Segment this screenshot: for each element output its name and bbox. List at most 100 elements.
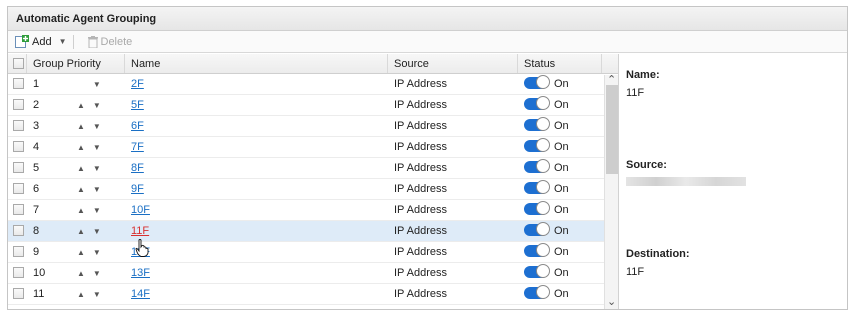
status-cell: On — [518, 263, 602, 283]
header-source[interactable]: Source — [388, 54, 518, 73]
table-row[interactable]: 1▲▼ 2F IP Address On — [8, 74, 618, 95]
hand-cursor-icon — [135, 239, 149, 257]
group-name-link[interactable]: 10F — [131, 204, 150, 216]
row-checkbox[interactable] — [13, 98, 24, 110]
row-checkbox[interactable] — [13, 203, 24, 215]
table-row[interactable]: 3 ▲ ▼ 6F IP Address On — [8, 116, 618, 137]
name-cell: 14F — [125, 284, 388, 304]
move-down-icon[interactable]: ▼ — [93, 74, 101, 95]
row-checkbox[interactable] — [13, 266, 24, 278]
table-row[interactable]: 8 ▲ ▼ 11F IP Address On — [8, 221, 618, 242]
status-toggle[interactable] — [524, 285, 550, 300]
table-row[interactable]: 9 ▲ ▼ 12F IP Address On — [8, 242, 618, 263]
chevron-down-icon[interactable]: ▼ — [59, 37, 67, 46]
move-down-icon[interactable]: ▼ — [93, 137, 101, 158]
status-cell: On — [518, 137, 602, 157]
move-up-icon[interactable]: ▲ — [77, 158, 85, 179]
status-cell: On — [518, 242, 602, 262]
row-checkbox[interactable] — [13, 224, 24, 236]
group-name-link[interactable]: 14F — [131, 288, 150, 300]
row-checkbox[interactable] — [13, 140, 24, 152]
group-name-link[interactable]: 2F — [131, 78, 144, 90]
move-up-icon[interactable]: ▲ — [77, 179, 85, 200]
move-up-icon[interactable]: ▲ — [77, 116, 85, 137]
status-toggle[interactable] — [524, 201, 550, 216]
move-up-icon[interactable]: ▲ — [77, 284, 85, 305]
move-down-icon[interactable]: ▼ — [93, 179, 101, 200]
move-down-icon[interactable]: ▼ — [93, 263, 101, 284]
move-down-icon[interactable]: ▼ — [93, 242, 101, 263]
row-checkbox[interactable] — [13, 182, 24, 194]
status-toggle[interactable] — [524, 159, 550, 174]
header-priority[interactable]: Group Priority — [27, 54, 125, 73]
move-down-icon[interactable]: ▼ — [93, 116, 101, 137]
scrollbar-thumb[interactable] — [606, 85, 618, 174]
select-all-checkbox[interactable] — [13, 57, 24, 69]
toggle-knob — [536, 222, 550, 237]
table-row[interactable]: 4 ▲ ▼ 7F IP Address On — [8, 137, 618, 158]
status-toggle[interactable] — [524, 264, 550, 279]
table-row[interactable]: 11 ▲ ▼ 14F IP Address On — [8, 284, 618, 305]
group-name-link[interactable]: 11F — [131, 225, 149, 237]
delete-button[interactable]: Delete — [87, 35, 132, 48]
vertical-scrollbar[interactable]: ⌃ ⌄ — [604, 74, 618, 309]
table-row[interactable]: 2 ▲ ▼ 5F IP Address On — [8, 95, 618, 116]
priority-value: 10 — [33, 266, 46, 279]
header-status[interactable]: Status — [518, 54, 602, 73]
scroll-down-icon[interactable]: ⌄ — [607, 295, 616, 308]
move-up-icon[interactable]: ▲ — [77, 95, 85, 116]
move-down-icon[interactable]: ▼ — [93, 221, 101, 242]
row-checkbox-cell — [8, 95, 27, 115]
move-up-icon[interactable]: ▲ — [77, 137, 85, 158]
row-checkbox[interactable] — [13, 287, 24, 299]
status-label: On — [554, 141, 569, 153]
window-title: Automatic Agent Grouping — [8, 7, 847, 31]
group-name-link[interactable]: 7F — [131, 141, 144, 153]
move-down-icon[interactable]: ▼ — [93, 284, 101, 305]
status-toggle[interactable] — [524, 117, 550, 132]
toggle-track — [524, 96, 550, 111]
toggle-knob — [536, 75, 550, 90]
group-name-link[interactable]: 9F — [131, 183, 144, 195]
header-name[interactable]: Name — [125, 54, 388, 73]
move-down-icon[interactable]: ▼ — [93, 200, 101, 221]
name-cell: 12F — [125, 242, 388, 262]
move-down-icon[interactable]: ▼ — [93, 95, 101, 116]
table-row[interactable]: 6 ▲ ▼ 9F IP Address On — [8, 179, 618, 200]
table-row[interactable]: 7 ▲ ▼ 10F IP Address On — [8, 200, 618, 221]
name-cell: 2F — [125, 74, 388, 94]
status-cell: On — [518, 116, 602, 136]
add-icon — [15, 35, 29, 48]
name-cell: 6F — [125, 116, 388, 136]
row-checkbox-cell — [8, 263, 27, 283]
move-down-icon[interactable]: ▼ — [93, 158, 101, 179]
toggle-knob — [536, 96, 550, 111]
group-name-link[interactable]: 5F — [131, 99, 144, 111]
table-header: Group Priority Name Source Status — [8, 54, 618, 74]
row-checkbox[interactable] — [13, 245, 24, 257]
group-name-link[interactable]: 6F — [131, 120, 144, 132]
table-row[interactable]: 10 ▲ ▼ 13F IP Address On — [8, 263, 618, 284]
group-name-link[interactable]: 13F — [131, 267, 150, 279]
status-toggle[interactable] — [524, 180, 550, 195]
status-toggle[interactable] — [524, 75, 550, 90]
move-up-icon[interactable]: ▲ — [77, 200, 85, 221]
name-cell: 11F — [125, 221, 388, 241]
status-toggle[interactable] — [524, 222, 550, 237]
move-up-icon[interactable]: ▲ — [77, 242, 85, 263]
status-toggle[interactable] — [524, 243, 550, 258]
group-name-link[interactable]: 8F — [131, 162, 144, 174]
priority-cell: 10 ▲ ▼ — [27, 263, 125, 283]
table-row[interactable]: 5 ▲ ▼ 8F IP Address On — [8, 158, 618, 179]
toggle-knob — [536, 264, 550, 279]
name-cell: 7F — [125, 137, 388, 157]
status-toggle[interactable] — [524, 138, 550, 153]
add-button[interactable]: Add ▼ — [15, 35, 67, 48]
move-up-icon[interactable]: ▲ — [77, 263, 85, 284]
row-checkbox[interactable] — [13, 119, 24, 131]
move-up-icon[interactable]: ▲ — [77, 221, 85, 242]
priority-cell: 8 ▲ ▼ — [27, 221, 125, 241]
row-checkbox[interactable] — [13, 77, 24, 89]
row-checkbox[interactable] — [13, 161, 24, 173]
status-toggle[interactable] — [524, 96, 550, 111]
